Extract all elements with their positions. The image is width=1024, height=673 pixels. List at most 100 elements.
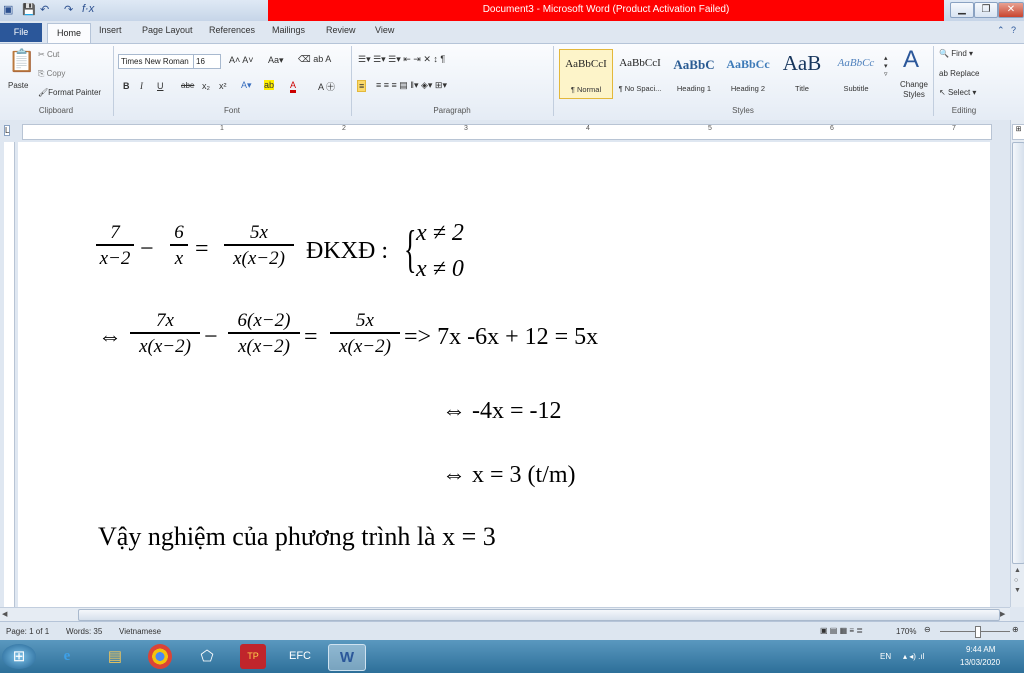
file-explorer-icon[interactable]: ▤ <box>100 644 130 669</box>
cut-button[interactable]: ✂ Cut <box>38 50 59 59</box>
minimize-button[interactable]: ▁ <box>950 2 974 18</box>
clear-format-icon[interactable]: ⌫ ab A <box>298 54 331 65</box>
underline-button[interactable]: U <box>157 81 164 91</box>
font-group-label: Font <box>223 106 240 115</box>
ruler-number: 1 <box>220 125 224 132</box>
ruler-number: 6 <box>830 125 834 132</box>
paste-icon[interactable]: 📋 <box>8 48 35 74</box>
fraction-5x-over-xx-2: 5x x(x−2) <box>224 222 294 272</box>
word-app-icon[interactable]: ▣ <box>3 3 13 17</box>
input-language[interactable]: EN <box>880 652 891 661</box>
replace-button[interactable]: ab Replace <box>939 69 980 78</box>
app-pentagon-icon[interactable]: ⬠ <box>192 644 222 669</box>
tab-review[interactable]: Review <box>326 25 356 35</box>
style-subtitle[interactable]: AaBbCc Subtitle <box>830 49 882 97</box>
tray-icons[interactable]: ▴ ◂) .ıl <box>903 652 924 661</box>
word-count[interactable]: Words: 35 <box>66 627 102 636</box>
change-case-icon[interactable]: Aa▾ <box>268 55 284 66</box>
align-left-icon[interactable]: ≡ <box>357 80 367 92</box>
vertical-scroll-thumb[interactable] <box>1012 142 1024 564</box>
start-button-icon[interactable]: ⊞ <box>2 644 36 669</box>
scroll-left-icon[interactable]: ◀ <box>2 610 7 618</box>
page-count[interactable]: Page: 1 of 1 <box>6 627 49 636</box>
style-normal[interactable]: AaBbCcI ¶ Normal <box>559 49 613 99</box>
close-button[interactable]: ✕ <box>998 2 1024 18</box>
app-tp-icon[interactable]: TP <box>240 644 266 669</box>
language-indicator[interactable]: Vietnamese <box>119 627 161 636</box>
tab-references[interactable]: References <box>209 25 255 35</box>
font-color-icon[interactable]: A <box>290 80 297 93</box>
word-taskbar-icon[interactable]: W <box>328 644 366 671</box>
help-icon[interactable]: ? <box>1011 25 1016 35</box>
browse-object-icon[interactable]: ▲ ○ ▼ <box>1014 566 1021 596</box>
grow-font-icon[interactable]: A˄ A˅ <box>229 55 254 65</box>
style-heading-1[interactable]: AaBbC Heading 1 <box>668 49 720 97</box>
bold-button[interactable]: B <box>123 81 130 91</box>
ruler-strip <box>22 124 992 140</box>
tab-page-layout[interactable]: Page Layout <box>142 25 193 35</box>
scroll-right-icon[interactable]: ▶ <box>1000 610 1005 618</box>
tab-view[interactable]: View <box>375 25 394 35</box>
zoom-in-icon[interactable]: ⊕ <box>1012 625 1019 634</box>
horizontal-ruler[interactable]: L 1 2 3 4 5 6 7 <box>0 120 1010 142</box>
style-no-spacing[interactable]: AaBbCcI ¶ No Spaci... <box>614 49 666 97</box>
style-title[interactable]: AaB Title <box>776 49 828 97</box>
style-heading-2[interactable]: AaBbCc Heading 2 <box>722 49 774 97</box>
font-name-box[interactable]: Times New Roman <box>118 54 194 69</box>
align-buttons-icon[interactable]: ≡ ≡ ≡ ▤ ‖▾ ◈▾ ⊞▾ <box>376 80 447 91</box>
horizontal-scrollbar[interactable]: ◀ ▶ <box>0 607 1010 622</box>
horizontal-scroll-thumb[interactable] <box>78 609 1000 621</box>
highlight-icon[interactable]: ab <box>264 80 275 90</box>
styles-scroll-icon[interactable]: ▴ ▾ ▿ <box>884 54 888 78</box>
change-styles-button[interactable]: Change Styles <box>898 80 930 100</box>
ribbon-tabs: File Home Insert Page Layout References … <box>0 21 1024 44</box>
font-size-box[interactable]: 16 <box>193 54 221 69</box>
clock-time[interactable]: 9:44 AM <box>966 645 995 654</box>
zoom-level[interactable]: 170% <box>896 627 916 636</box>
select-button[interactable]: ↖ Select ▾ <box>939 88 976 97</box>
save-icon[interactable]: 💾 <box>22 3 36 17</box>
bullets-icon[interactable]: ☰▾ ☰▾ ☰▾ ⇤ ⇥ ✕ ↕ ¶ <box>358 54 445 65</box>
tab-mailings[interactable]: Mailings <box>272 25 305 35</box>
vertical-scrollbar[interactable]: ⊞ ▲ ○ ▼ <box>1010 120 1024 607</box>
vertical-ruler[interactable] <box>0 142 16 607</box>
ribbon-minimize-icon[interactable]: ⌃ <box>997 25 1005 36</box>
paste-button[interactable]: Paste <box>8 81 28 90</box>
title-bar: ▣ 💾 ↶ ↷ f·x Document3 - Microsoft Word (… <box>0 0 1024 21</box>
change-styles-icon[interactable]: A <box>903 46 919 74</box>
format-painter-button[interactable]: 🖌Format Painter <box>38 88 101 97</box>
chrome-icon[interactable] <box>148 644 172 669</box>
fraction-7x-over-xx-2: 7x x(x−2) <box>130 310 200 360</box>
copy-button[interactable]: ⎘ Copy <box>38 69 65 79</box>
equation-icon[interactable]: f·x <box>82 3 94 17</box>
ie-browser-icon[interactable]: e <box>52 644 82 669</box>
find-button[interactable]: 🔍 Find ▾ <box>939 49 973 58</box>
tab-file[interactable]: File <box>0 23 42 42</box>
app-efc-icon[interactable]: EFC <box>285 644 315 669</box>
tab-home[interactable]: Home <box>47 23 91 44</box>
zoom-slider-thumb[interactable] <box>975 626 981 638</box>
zoom-out-icon[interactable]: ⊖ <box>924 625 931 634</box>
undo-icon[interactable]: ↶ <box>40 3 49 17</box>
fraction-6x-2-over-xx-2: 6(x−2) x(x−2) <box>228 310 300 360</box>
view-buttons-icon[interactable]: ▣ ▤ ▦ ≡ ≣ <box>820 626 863 635</box>
copy-icon: ⎘ <box>38 69 45 78</box>
text-effects-icon[interactable]: A▾ <box>241 80 252 91</box>
ruler-toggle-icon[interactable]: ⊞ <box>1012 124 1024 140</box>
condition-1: x ≠ 2 <box>416 220 464 246</box>
conclusion-text: Vậy nghiệm của phương trình là x = 3 <box>98 522 496 551</box>
tab-selector-icon[interactable]: L <box>4 125 11 136</box>
tab-insert[interactable]: Insert <box>99 25 122 35</box>
format-painter-icon: 🖌 <box>38 88 49 97</box>
superscript-button[interactable]: x² <box>219 81 227 91</box>
clock-date[interactable]: 13/03/2020 <box>960 658 1000 667</box>
select-arrow-icon: ↖ <box>939 88 946 97</box>
ruler-number: 5 <box>708 125 712 132</box>
document-page[interactable]: 7 x−2 − 6x = 5x x(x−2) ĐKXĐ : { x ≠ 2 x ≠ … <box>18 142 990 607</box>
italic-button[interactable]: I <box>140 81 143 91</box>
char-shading-icon[interactable]: A ㊉ <box>318 80 335 93</box>
restore-button[interactable]: ❐ <box>974 2 998 18</box>
redo-icon[interactable]: ↷ <box>64 3 73 17</box>
strikethrough-button[interactable]: abe <box>181 81 194 90</box>
subscript-button[interactable]: x₂ <box>202 81 210 91</box>
